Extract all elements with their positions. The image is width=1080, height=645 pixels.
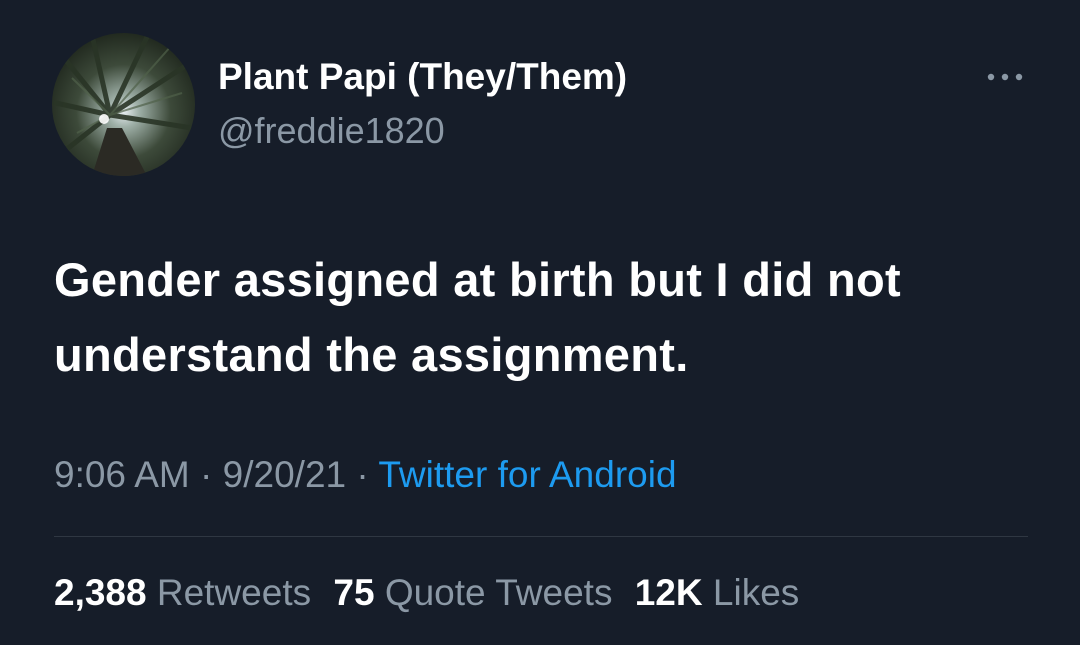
tweet-stats: 2,388 Retweets 75 Quote Tweets 12K Likes (54, 572, 811, 614)
retweets-stat[interactable]: 2,388 Retweets (54, 572, 321, 613)
more-options-icon[interactable] (983, 66, 1027, 88)
avatar[interactable] (52, 33, 195, 176)
meta-separator: · (356, 454, 369, 495)
tweet-time[interactable]: 9:06 AM (54, 454, 190, 495)
tweet-card: Plant Papi (They/Them) @freddie1820 Gend… (0, 0, 1080, 645)
likes-label: Likes (712, 572, 800, 613)
avatar-image (52, 33, 195, 176)
quote-tweets-label: Quote Tweets (384, 572, 613, 613)
likes-count: 12K (634, 572, 703, 613)
retweets-label: Retweets (156, 572, 312, 613)
likes-stat[interactable]: 12K Likes (635, 572, 800, 613)
tweet-meta: 9:06 AM · 9/20/21 · Twitter for Android (54, 454, 677, 496)
tweet-source-link[interactable]: Twitter for Android (378, 454, 676, 495)
retweets-count: 2,388 (54, 572, 147, 613)
tweet-date[interactable]: 9/20/21 (223, 454, 346, 495)
meta-separator: · (200, 454, 213, 495)
quote-tweets-stat[interactable]: 75 Quote Tweets (333, 572, 622, 613)
quote-tweets-count: 75 (333, 572, 375, 613)
display-name[interactable]: Plant Papi (They/Them) (218, 56, 627, 98)
divider (54, 536, 1028, 537)
user-handle[interactable]: @freddie1820 (218, 110, 445, 152)
tweet-text: Gender assigned at birth but I did not u… (54, 253, 901, 381)
